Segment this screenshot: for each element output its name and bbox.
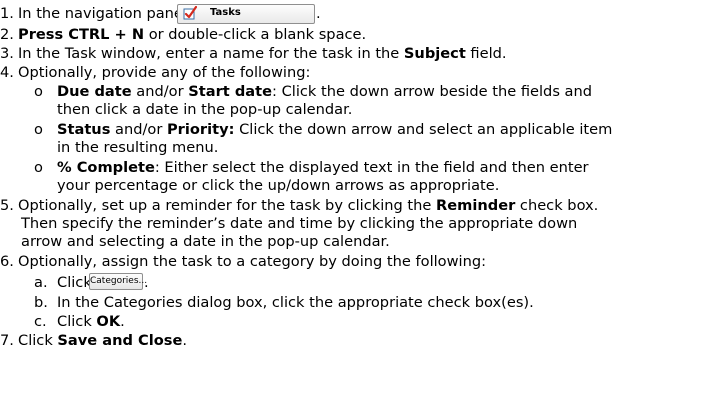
substep-letter: c. <box>34 313 47 330</box>
step-number: 5. <box>0 197 14 214</box>
step-text: or double-click a blank space. <box>144 26 367 43</box>
shortcut-text: Press CTRL + N <box>18 26 145 43</box>
step-1: 1. In the navigation pane, click Tasks . <box>0 4 725 24</box>
step-number: 7. <box>0 332 14 349</box>
reminder-label: Reminder <box>436 197 516 214</box>
step-number: 2. <box>0 26 14 43</box>
substep-letter: b. <box>34 294 48 311</box>
tasks-button[interactable]: Tasks <box>177 4 315 24</box>
substep-a: a. Click Categories... . <box>34 273 149 291</box>
tasks-checkmark-icon <box>183 6 197 20</box>
step-number: 4. <box>0 64 14 81</box>
bullet-marker: o <box>34 121 43 138</box>
step-number: 3. <box>0 45 14 62</box>
substep-letter: a. <box>34 274 48 291</box>
save-and-close-label: Save and Close <box>57 332 183 349</box>
bullet-marker: o <box>34 83 43 100</box>
tasks-button-label: Tasks <box>210 7 241 18</box>
step-text: Optionally, assign the task to a categor… <box>18 253 487 270</box>
step-text: Optionally, provide any of the following… <box>18 64 311 81</box>
subject-field-label: Subject <box>403 45 466 62</box>
step-number: 6. <box>0 253 14 270</box>
step-number: 1. <box>0 5 14 22</box>
ok-label: OK <box>96 313 121 330</box>
bullet-marker: o <box>34 159 43 176</box>
step-end-period: . <box>316 5 321 22</box>
step-text: In the Task window, enter a name for the… <box>18 45 404 62</box>
categories-button[interactable]: Categories... <box>89 273 147 290</box>
